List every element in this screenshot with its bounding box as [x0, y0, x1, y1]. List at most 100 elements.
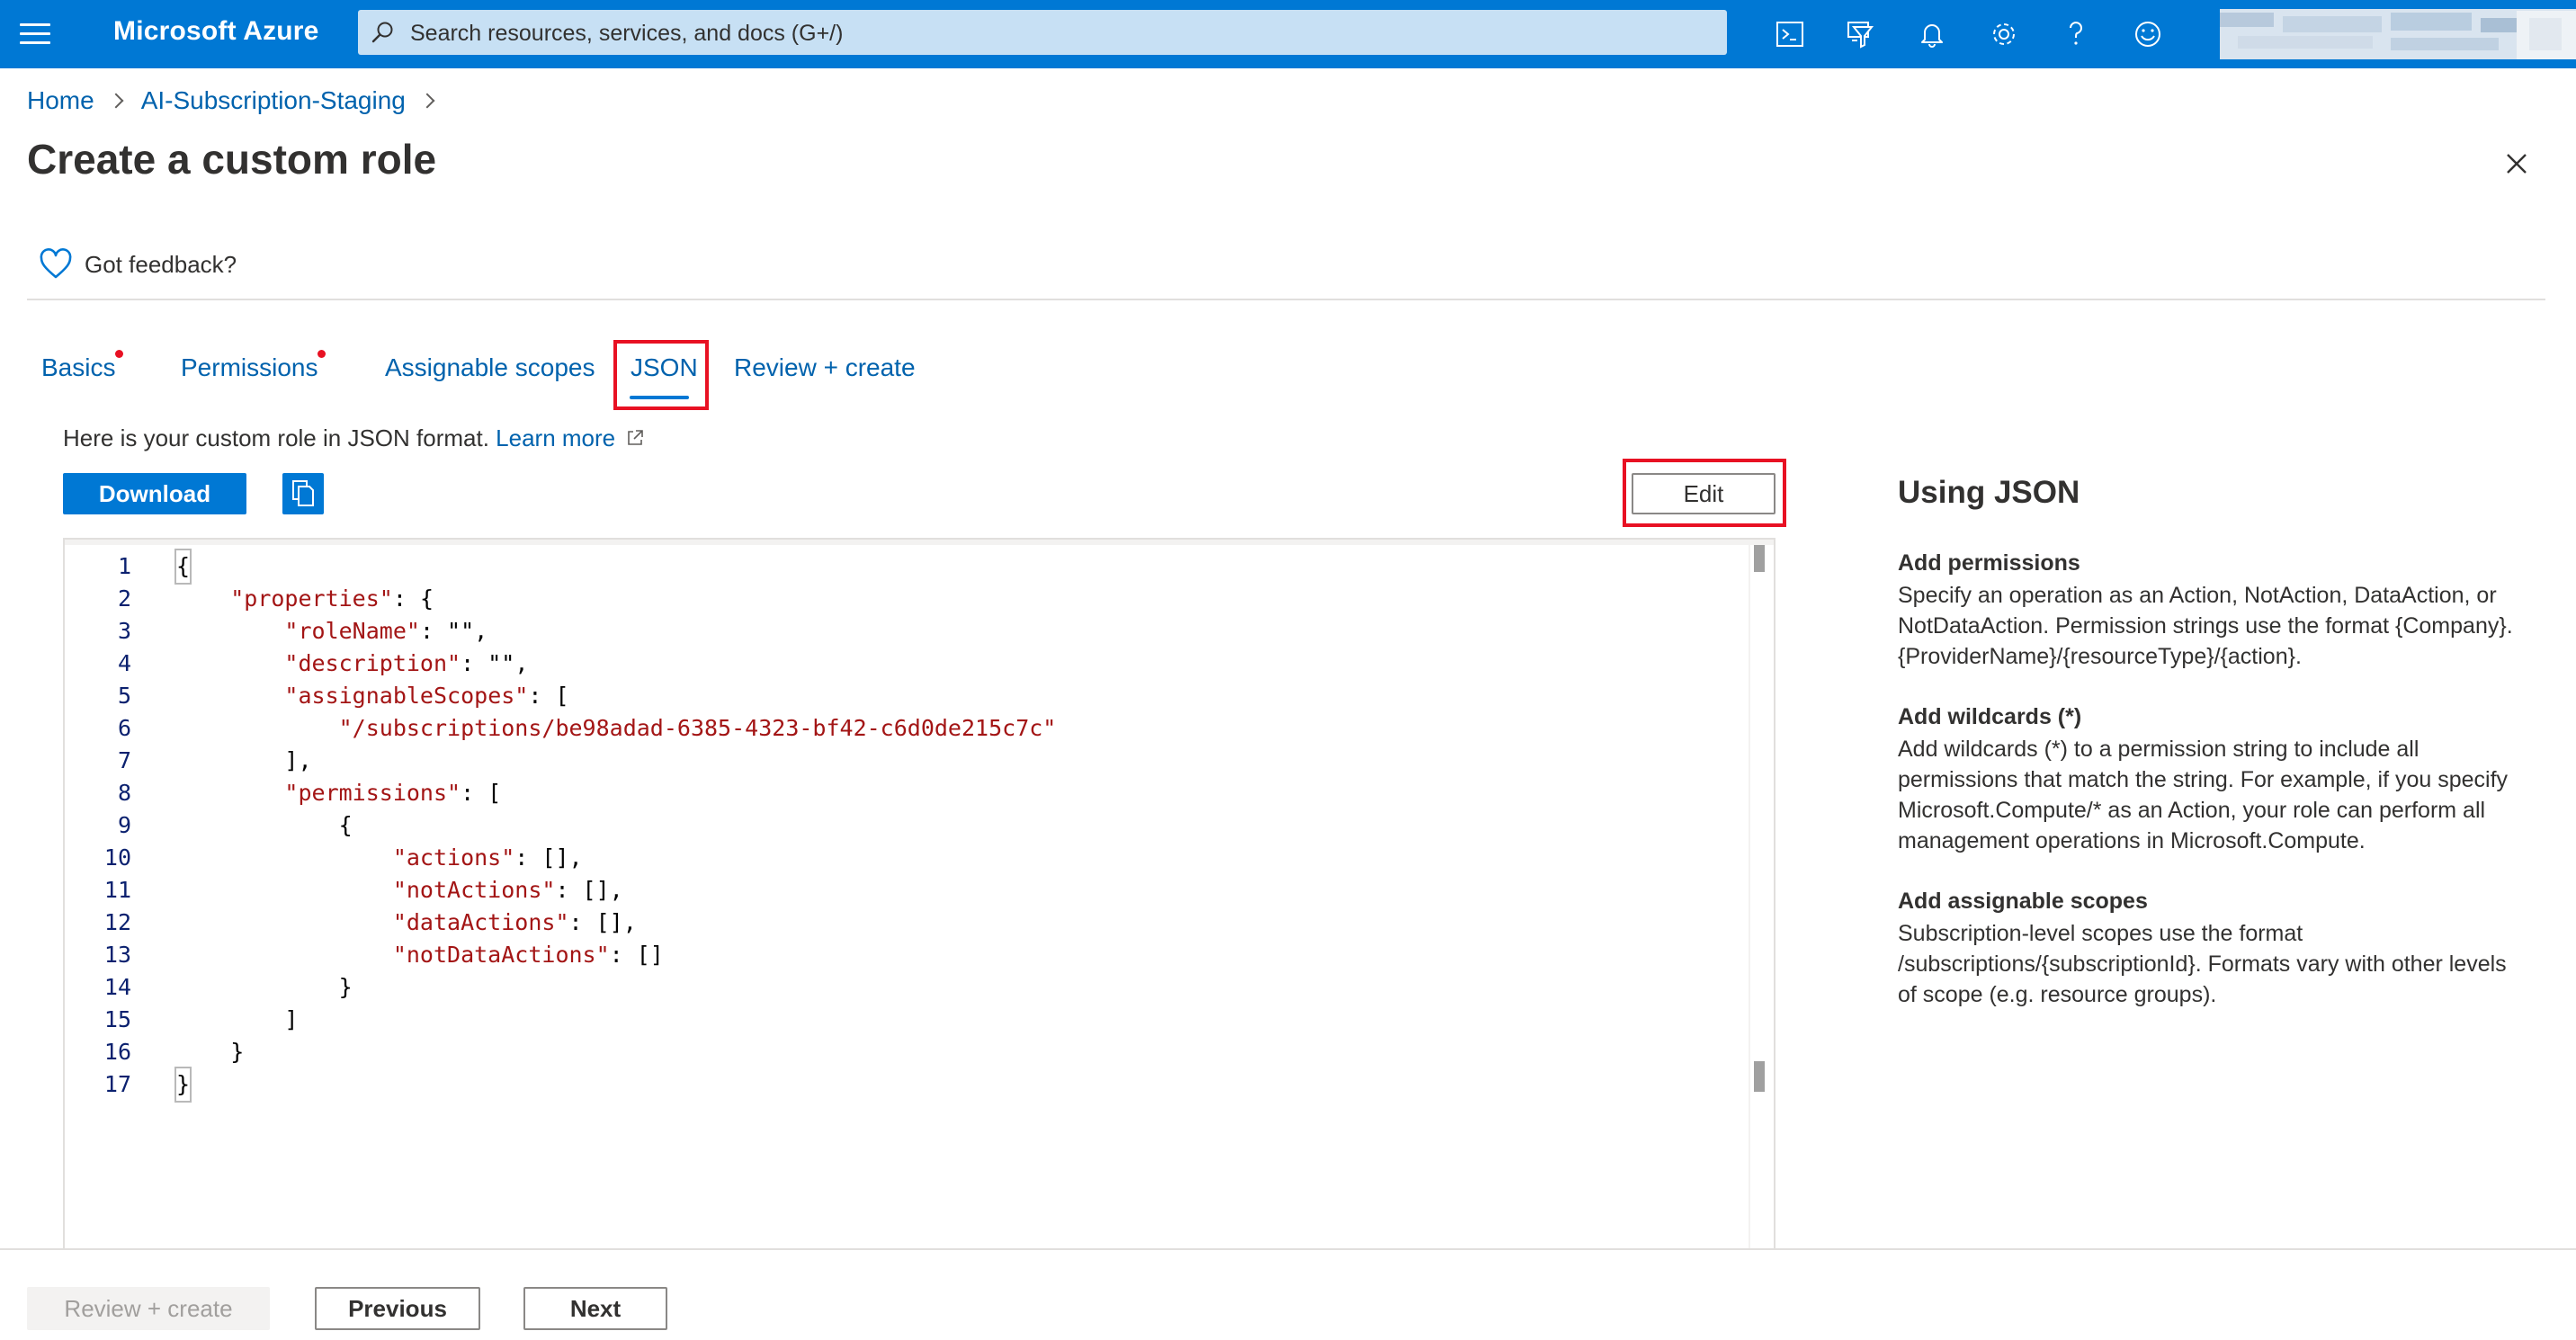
code-text: "notDataActions": [] — [392, 942, 664, 968]
code-line: 2 "properties": { — [65, 583, 1738, 615]
code-line: 5 "assignableScopes": [ — [65, 680, 1738, 712]
json-intro: Here is your custom role in JSON format.… — [63, 424, 645, 452]
brand-title[interactable]: Microsoft Azure — [113, 16, 319, 47]
code-line: 3 "roleName": "", — [65, 615, 1738, 648]
chevron-right-icon — [108, 93, 124, 109]
line-number: 3 — [117, 618, 131, 644]
tab-basics[interactable]: Basics — [41, 350, 123, 382]
feedback-smiley-icon[interactable] — [2128, 14, 2168, 54]
required-dot — [115, 350, 123, 358]
line-number: 11 — [103, 877, 131, 903]
tab-review-create[interactable]: Review + create — [734, 353, 916, 382]
footer-divider — [0, 1248, 2576, 1250]
code-text: "permissions": [ — [284, 780, 502, 806]
scrollbar-thumb[interactable] — [1754, 545, 1765, 572]
learn-more-link[interactable]: Learn more — [496, 424, 615, 451]
code-text: } — [176, 974, 353, 1000]
json-code-editor[interactable]: 1{2 "properties": {3 "roleName": "", 4 "d… — [63, 538, 1775, 1250]
line-number: 14 — [103, 974, 131, 1000]
json-intro-text: Here is your custom role in JSON format. — [63, 424, 489, 451]
directory-filter-icon[interactable] — [1840, 14, 1880, 54]
line-number: 5 — [117, 683, 131, 709]
line-number: 15 — [103, 1006, 131, 1032]
help-body-scopes: Subscription-level scopes use the format… — [1898, 921, 2507, 1007]
code-text: } — [174, 1067, 192, 1103]
code-text: "notActions": [], — [392, 877, 623, 903]
code-text: "roleName": "", — [284, 618, 488, 644]
code-line: 17} — [65, 1067, 1738, 1103]
feedback-link[interactable]: Got feedback? — [38, 248, 237, 281]
line-number: 6 — [117, 715, 131, 741]
help-body-wildcards: Add wildcards (*) to a permission string… — [1898, 737, 2509, 853]
code-line: 16 } — [65, 1036, 1738, 1068]
previous-button[interactable]: Previous — [315, 1287, 480, 1330]
code-text: { — [176, 812, 353, 838]
code-text: "properties": { — [230, 585, 434, 612]
breadcrumb-subscription[interactable]: AI-Subscription-Staging — [141, 86, 406, 115]
code-text: "assignableScopes": [ — [284, 683, 569, 709]
code-text: "dataActions": [], — [392, 909, 637, 935]
code-line: 10 "actions": [], — [65, 842, 1738, 874]
line-number: 1 — [117, 553, 131, 579]
copy-button[interactable] — [282, 473, 324, 514]
help-heading-wildcards: Add wildcards (*) — [1898, 704, 2082, 729]
editor-scrollbar[interactable] — [1749, 540, 1765, 1250]
line-number: 13 — [103, 942, 131, 968]
account-menu-blurred[interactable] — [2220, 9, 2576, 59]
code-line: 13 "notDataActions": [] — [65, 939, 1738, 971]
breadcrumb: Home AI-Subscription-Staging — [27, 86, 452, 115]
heart-icon — [40, 248, 72, 279]
tab-assignable-scopes-label: Assignable scopes — [385, 353, 595, 381]
chevron-right-icon — [419, 93, 435, 109]
close-icon[interactable] — [2499, 146, 2535, 182]
code-line: 1{ — [65, 549, 1738, 585]
code-text: ] — [176, 1006, 299, 1032]
cloud-shell-icon[interactable] — [1770, 14, 1810, 54]
code-text: } — [176, 1039, 245, 1065]
code-text: ], — [176, 747, 312, 773]
help-icon[interactable] — [2056, 14, 2096, 54]
code-line: 7 ], — [65, 745, 1738, 777]
code-text: "/subscriptions/be98adad-6385-4323-bf42-… — [338, 715, 1057, 741]
code-text: { — [174, 549, 192, 585]
help-body-permissions: Specify an operation as an Action, NotAc… — [1898, 583, 2513, 669]
highlight-box-edit-button — [1623, 459, 1786, 527]
search-icon — [371, 22, 393, 43]
code-text: "actions": [], — [392, 844, 583, 871]
copy-icon — [292, 480, 314, 506]
line-number: 2 — [117, 585, 131, 612]
download-button[interactable]: Download — [63, 473, 246, 514]
line-number: 16 — [103, 1039, 131, 1065]
help-title: Using JSON — [1898, 475, 2080, 510]
line-number: 8 — [117, 780, 131, 806]
line-number: 4 — [117, 650, 131, 676]
code-line: 11 "notActions": [], — [65, 874, 1738, 907]
code-line: 12 "dataActions": [], — [65, 907, 1738, 939]
code-line: 8 "permissions": [ — [65, 777, 1738, 809]
tab-review-create-label: Review + create — [734, 353, 916, 381]
code-line: 9 { — [65, 809, 1738, 842]
breadcrumb-home[interactable]: Home — [27, 86, 94, 115]
page-title: Create a custom role — [27, 136, 437, 183]
code-line: 15 ] — [65, 1004, 1738, 1036]
help-heading-scopes: Add assignable scopes — [1898, 889, 2148, 914]
notifications-icon[interactable] — [1912, 14, 1952, 54]
review-create-button[interactable]: Review + create — [27, 1287, 270, 1330]
editor-top-border — [65, 540, 1774, 545]
scrollbar-marker — [1754, 1061, 1765, 1092]
highlight-box-json-tab — [613, 340, 709, 410]
tab-basics-label: Basics — [41, 353, 116, 381]
tab-permissions[interactable]: Permissions — [181, 350, 326, 382]
required-dot — [318, 350, 326, 358]
code-line: 14 } — [65, 971, 1738, 1004]
line-number: 17 — [103, 1071, 131, 1097]
settings-icon[interactable] — [1984, 14, 2024, 54]
global-search-input[interactable]: Search resources, services, and docs (G+… — [358, 10, 1727, 55]
tab-assignable-scopes[interactable]: Assignable scopes — [385, 353, 595, 382]
line-number: 10 — [103, 844, 131, 871]
help-pane: Using JSON Add permissions Specify an op… — [1898, 475, 2527, 1042]
next-button[interactable]: Next — [523, 1287, 667, 1330]
top-navigation-bar: Microsoft Azure Search resources, servic… — [0, 0, 2576, 68]
line-number: 12 — [103, 909, 131, 935]
menu-icon[interactable] — [20, 22, 50, 47]
